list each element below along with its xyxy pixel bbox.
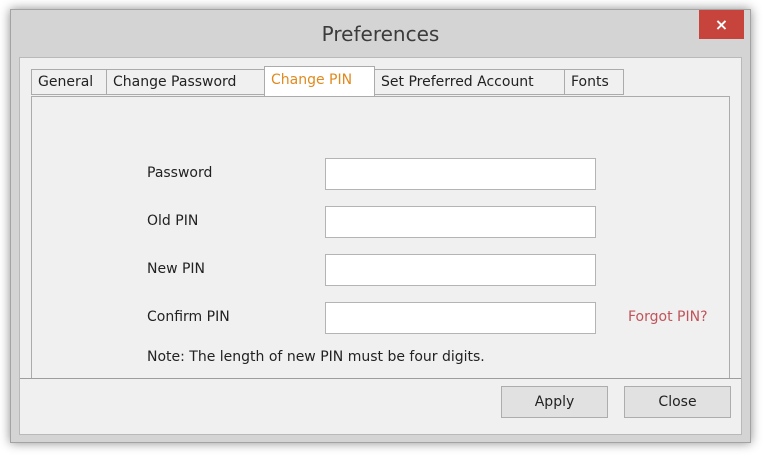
close-button[interactable]: Close [624, 386, 731, 418]
window-title: Preferences [321, 22, 440, 46]
old-pin-label: Old PIN [147, 213, 199, 229]
old-pin-field[interactable] [325, 206, 596, 238]
tab-set-preferred-account[interactable]: Set Preferred Account [374, 69, 565, 95]
confirm-pin-label: Confirm PIN [147, 309, 230, 325]
close-icon: × [714, 15, 729, 34]
forgot-pin-link[interactable]: Forgot PIN? [628, 309, 708, 325]
apply-button[interactable]: Apply [501, 386, 608, 418]
confirm-pin-field[interactable] [325, 302, 596, 334]
tab-general[interactable]: General [31, 69, 107, 95]
tab-fonts[interactable]: Fonts [564, 69, 624, 95]
new-pin-field[interactable] [325, 254, 596, 286]
password-label: Password [147, 165, 213, 181]
new-pin-label: New PIN [147, 261, 206, 277]
tab-change-password[interactable]: Change Password [106, 69, 265, 95]
title-bar[interactable]: Preferences × [11, 10, 750, 57]
preferences-dialog: Preferences × General Change Password Ch… [10, 9, 751, 443]
window-close-button[interactable]: × [699, 10, 744, 39]
dialog-client-area: General Change Password Change PIN Set P… [19, 57, 742, 435]
password-field[interactable] [325, 158, 596, 190]
change-pin-panel: Password Old PIN New PIN Confirm PIN For… [31, 96, 730, 379]
tab-change-pin[interactable]: Change PIN [264, 66, 375, 96]
pin-length-note: Note: The length of new PIN must be four… [147, 349, 485, 365]
footer-divider [20, 378, 741, 379]
